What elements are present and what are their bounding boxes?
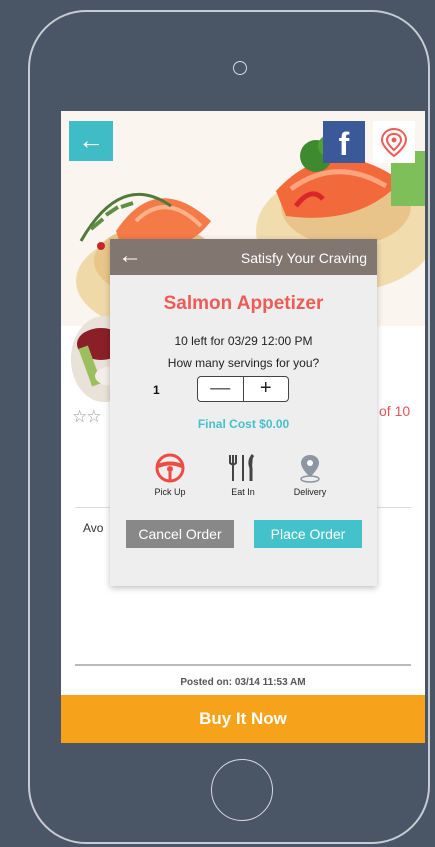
divider — [75, 664, 411, 666]
camera-icon — [233, 61, 247, 75]
decrement-button[interactable]: — — [198, 377, 244, 401]
posted-date: Posted on: 03/14 11:53 AM — [180, 677, 306, 688]
eat-in-option[interactable]: Eat In — [208, 453, 278, 497]
location-logo-icon[interactable] — [373, 121, 415, 163]
delivery-option[interactable]: Delivery — [275, 453, 345, 497]
eat-in-label: Eat In — [231, 487, 255, 497]
quantity-value: 1 — [153, 383, 160, 397]
buy-it-now-button[interactable]: Buy It Now — [61, 695, 425, 743]
pickup-option[interactable]: Pick Up — [135, 453, 205, 497]
home-button[interactable] — [211, 759, 273, 821]
availability-text: 10 left for 03/29 12:00 PM — [174, 334, 313, 348]
facebook-icon[interactable]: f — [323, 121, 365, 163]
fork-knife-icon — [229, 454, 255, 481]
location-pin-icon — [300, 455, 320, 483]
description-text: Avo — [83, 521, 104, 535]
cancel-order-button[interactable]: Cancel Order — [126, 520, 234, 548]
order-modal: ← Satisfy Your Craving Salmon Appetizer … — [110, 239, 377, 586]
final-cost: Final Cost $0.00 — [197, 417, 290, 431]
item-title: Salmon Appetizer — [163, 293, 324, 314]
steering-wheel-icon — [155, 453, 185, 483]
quantity-stepper: — + — [197, 376, 289, 402]
servings-question: How many servings for you? — [167, 356, 320, 370]
back-button[interactable]: ← — [69, 121, 113, 161]
increment-button[interactable]: + — [244, 377, 289, 401]
pickup-label: Pick Up — [154, 487, 186, 497]
modal-header: ← Satisfy Your Craving — [110, 239, 377, 275]
delivery-label: Delivery — [293, 487, 327, 497]
portion-count: of 10 — [379, 403, 411, 419]
place-order-button[interactable]: Place Order — [254, 520, 362, 548]
rating-stars: ☆☆ — [72, 407, 102, 426]
modal-title: Satisfy Your Craving — [240, 250, 367, 266]
modal-back-icon[interactable]: ← — [118, 241, 142, 271]
